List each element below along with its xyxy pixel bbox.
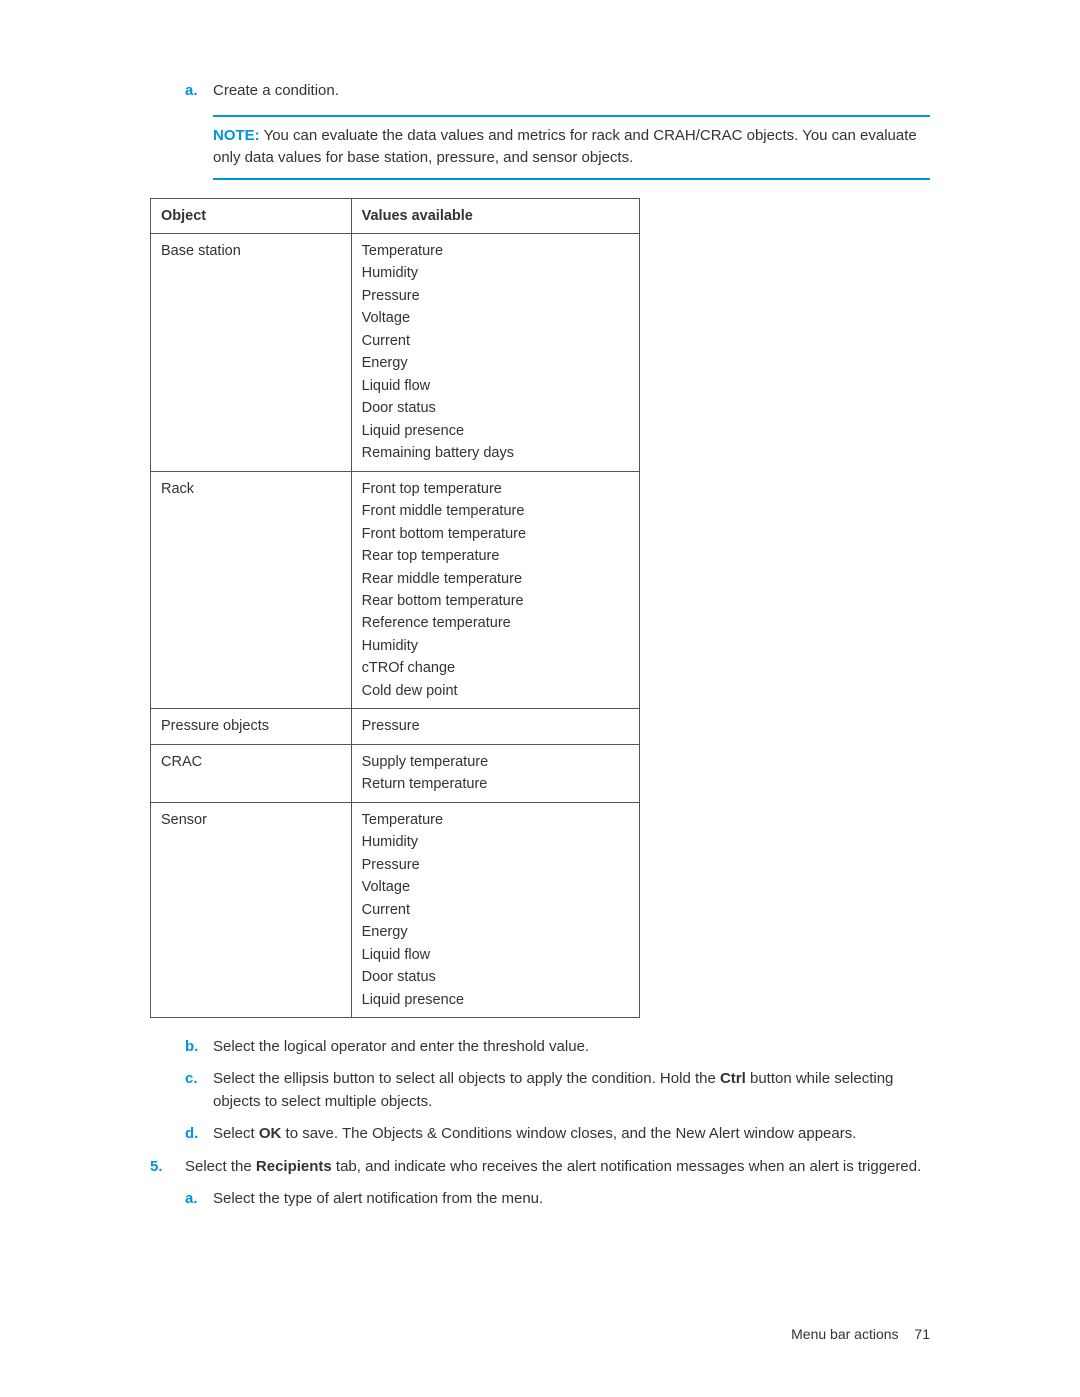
note-box: NOTE: You can evaluate the data values a… xyxy=(213,115,930,180)
value-line: Liquid flow xyxy=(362,375,629,397)
text-prefix: Select the xyxy=(185,1158,256,1175)
table-row: Base stationTemperatureHumidityPressureV… xyxy=(151,233,640,471)
step5-substeps: a. Select the type of alert notification… xyxy=(185,1188,930,1211)
bold-ctrl: Ctrl xyxy=(720,1070,746,1087)
page-content: a. Create a condition. NOTE: You can eva… xyxy=(150,80,930,1221)
value-line: Front bottom temperature xyxy=(362,523,629,545)
value-line: Energy xyxy=(362,352,629,374)
table-header-row: Object Values available xyxy=(151,198,640,233)
value-line: Rear middle temperature xyxy=(362,568,629,590)
value-line: Pressure xyxy=(362,285,629,307)
note-text: You can evaluate the data values and met… xyxy=(213,127,917,167)
table-row: RackFront top temperatureFront middle te… xyxy=(151,471,640,709)
value-line: Liquid presence xyxy=(362,989,629,1011)
substep-text: Select the logical operator and enter th… xyxy=(213,1036,930,1059)
cell-values: Supply temperatureReturn temperature xyxy=(351,744,639,802)
bold-ok: OK xyxy=(259,1125,282,1142)
bold-recipients: Recipients xyxy=(256,1158,332,1175)
text-suffix: tab, and indicate who receives the alert… xyxy=(332,1158,922,1175)
substep-marker: a. xyxy=(185,80,213,103)
value-line: Reference temperature xyxy=(362,612,629,634)
values-table: Object Values available Base stationTemp… xyxy=(150,198,640,1018)
value-line: Humidity xyxy=(362,635,629,657)
step5-substep-a: a. Select the type of alert notification… xyxy=(185,1188,930,1211)
cell-object: Rack xyxy=(151,471,352,709)
substep-d: d. Select OK to save. The Objects & Cond… xyxy=(185,1123,930,1146)
table-row: Pressure objects Pressure xyxy=(151,709,640,744)
value-line: Pressure xyxy=(362,854,629,876)
substep-text: Select the type of alert notification fr… xyxy=(213,1188,930,1211)
cell-object: Sensor xyxy=(151,802,352,1017)
value-line: Rear bottom temperature xyxy=(362,590,629,612)
footer-page: 71 xyxy=(914,1326,930,1342)
substep-a: a. Create a condition. xyxy=(185,80,930,103)
table-row: SensorTemperatureHumidityPressureVoltage… xyxy=(151,802,640,1017)
substep-c: c. Select the ellipsis button to select … xyxy=(185,1068,930,1113)
value-line: Pressure xyxy=(362,715,629,737)
numbered-steps: 5. Select the Recipients tab, and indica… xyxy=(150,1156,930,1221)
value-line: Temperature xyxy=(362,809,629,831)
text-prefix: Select xyxy=(213,1125,259,1142)
value-line: Liquid flow xyxy=(362,944,629,966)
footer-section: Menu bar actions xyxy=(791,1326,898,1342)
cell-values: Front top temperatureFront middle temper… xyxy=(351,471,639,709)
value-line: Humidity xyxy=(362,262,629,284)
value-line: Voltage xyxy=(362,307,629,329)
substep-text: Select OK to save. The Objects & Conditi… xyxy=(213,1123,930,1146)
value-line: Energy xyxy=(362,921,629,943)
value-line: Current xyxy=(362,330,629,352)
cell-object: CRAC xyxy=(151,744,352,802)
table-row: CRACSupply temperatureReturn temperature xyxy=(151,744,640,802)
text-suffix: to save. The Objects & Conditions window… xyxy=(281,1125,856,1142)
page-footer: Menu bar actions 71 xyxy=(791,1326,930,1342)
value-line: Remaining battery days xyxy=(362,442,629,464)
substep-marker: a. xyxy=(185,1188,213,1211)
value-line: Liquid presence xyxy=(362,420,629,442)
cell-values: TemperatureHumidityPressureVoltageCurren… xyxy=(351,233,639,471)
cell-values: TemperatureHumidityPressureVoltageCurren… xyxy=(351,802,639,1017)
col-header-object: Object xyxy=(151,198,352,233)
substep-marker: d. xyxy=(185,1123,213,1146)
substep-marker: c. xyxy=(185,1068,213,1091)
value-line: Front top temperature xyxy=(362,478,629,500)
value-line: Current xyxy=(362,899,629,921)
value-line: Door status xyxy=(362,397,629,419)
value-line: Door status xyxy=(362,966,629,988)
substep-marker: b. xyxy=(185,1036,213,1059)
value-line: Temperature xyxy=(362,240,629,262)
value-line: Rear top temperature xyxy=(362,545,629,567)
value-line: cTROf change xyxy=(362,657,629,679)
value-line: Voltage xyxy=(362,876,629,898)
value-line: Humidity xyxy=(362,831,629,853)
cell-object: Base station xyxy=(151,233,352,471)
step-body: Select the Recipients tab, and indicate … xyxy=(185,1156,930,1221)
cell-values: Pressure xyxy=(351,709,639,744)
value-line: Cold dew point xyxy=(362,680,629,702)
substeps-after: b. Select the logical operator and enter… xyxy=(150,1036,930,1146)
substep-text: Select the ellipsis button to select all… xyxy=(213,1068,930,1113)
cell-object: Pressure objects xyxy=(151,709,352,744)
step-text: Select the Recipients tab, and indicate … xyxy=(185,1156,930,1179)
substep-text: Create a condition. xyxy=(213,80,930,103)
value-line: Front middle temperature xyxy=(362,500,629,522)
value-line: Supply temperature xyxy=(362,751,629,773)
value-line: Return temperature xyxy=(362,773,629,795)
text-prefix: Select the ellipsis button to select all… xyxy=(213,1070,720,1087)
step-5: 5. Select the Recipients tab, and indica… xyxy=(150,1156,930,1221)
note-label: NOTE: xyxy=(213,127,260,144)
step-marker: 5. xyxy=(150,1156,185,1179)
substeps-top: a. Create a condition. xyxy=(150,80,930,103)
col-header-values: Values available xyxy=(351,198,639,233)
substep-b: b. Select the logical operator and enter… xyxy=(185,1036,930,1059)
